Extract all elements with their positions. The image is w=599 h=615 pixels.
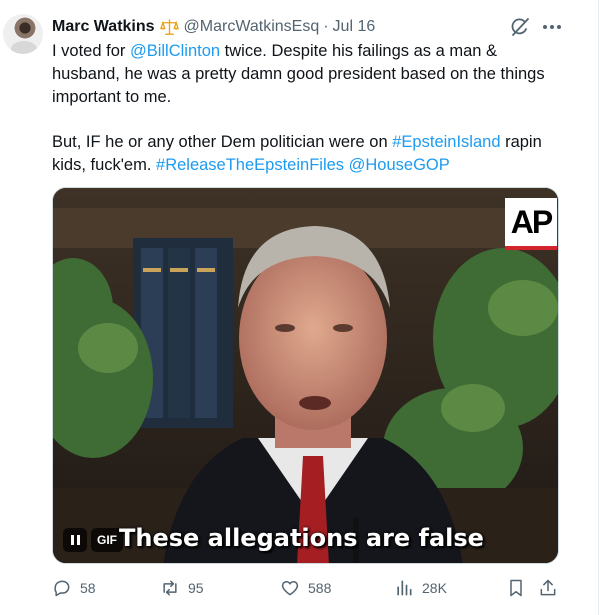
- tweet-card[interactable]: Marc Watkins @MarcWatkinsEsq · Jul 16 I …: [0, 0, 599, 615]
- pause-bar: [70, 535, 74, 545]
- like-count: 588: [308, 580, 332, 596]
- tweet-date[interactable]: Jul 16: [333, 18, 376, 36]
- more-dot: [550, 25, 554, 29]
- views-button[interactable]: 28K: [394, 576, 447, 600]
- bookmark-icon: [510, 579, 522, 597]
- tweet-text: I voted for @BillClinton twice. Despite …: [52, 40, 552, 177]
- more-dot: [543, 25, 547, 29]
- text-segment: But, IF he or any other Dem politician w…: [52, 133, 393, 151]
- hashtag-link[interactable]: #ReleaseTheEpsteinFiles: [156, 156, 344, 174]
- mention-link[interactable]: @BillClinton: [130, 42, 220, 60]
- tweet-paragraph-1: I voted for @BillClinton twice. Despite …: [52, 40, 552, 109]
- grok-icon[interactable]: [509, 16, 531, 38]
- tweet-header: Marc Watkins @MarcWatkinsEsq · Jul 16: [52, 16, 375, 38]
- separator-dot: ·: [323, 18, 329, 35]
- mention-link[interactable]: @HouseGOP: [349, 156, 450, 174]
- gif-media[interactable]: AP GIF These allegations are false: [52, 187, 559, 564]
- avatar[interactable]: [3, 14, 43, 54]
- author-handle[interactable]: @MarcWatkinsEsq: [184, 18, 320, 36]
- reply-icon: [54, 580, 70, 597]
- action-bar: 58 95 588 28K: [52, 576, 562, 600]
- heart-icon: [281, 580, 299, 596]
- text-segment: I voted for: [52, 42, 130, 60]
- scales-of-justice-icon: [159, 18, 179, 35]
- repost-button[interactable]: 95: [160, 576, 204, 600]
- pause-bar: [76, 535, 80, 545]
- view-count: 28K: [422, 580, 447, 596]
- more-dot: [557, 25, 561, 29]
- hashtag-link[interactable]: #EpsteinIsland: [392, 133, 500, 151]
- analytics-icon: [397, 580, 412, 596]
- ap-watermark-logo: AP: [505, 198, 557, 250]
- share-icon: [540, 579, 556, 596]
- author-name[interactable]: Marc Watkins: [52, 18, 155, 36]
- bookmark-button[interactable]: [506, 576, 526, 600]
- reply-button[interactable]: 58: [52, 576, 96, 600]
- reply-count: 58: [80, 580, 96, 596]
- gif-frame: [53, 188, 558, 563]
- gif-caption: These allegations are false: [119, 524, 484, 552]
- tweet-paragraph-2: But, IF he or any other Dem politician w…: [52, 131, 552, 177]
- repost-count: 95: [188, 580, 204, 596]
- more-options-icon[interactable]: [541, 16, 563, 38]
- like-button[interactable]: 588: [280, 576, 331, 600]
- repost-icon: [163, 580, 177, 596]
- pause-icon[interactable]: [63, 528, 87, 552]
- share-button[interactable]: [538, 576, 558, 600]
